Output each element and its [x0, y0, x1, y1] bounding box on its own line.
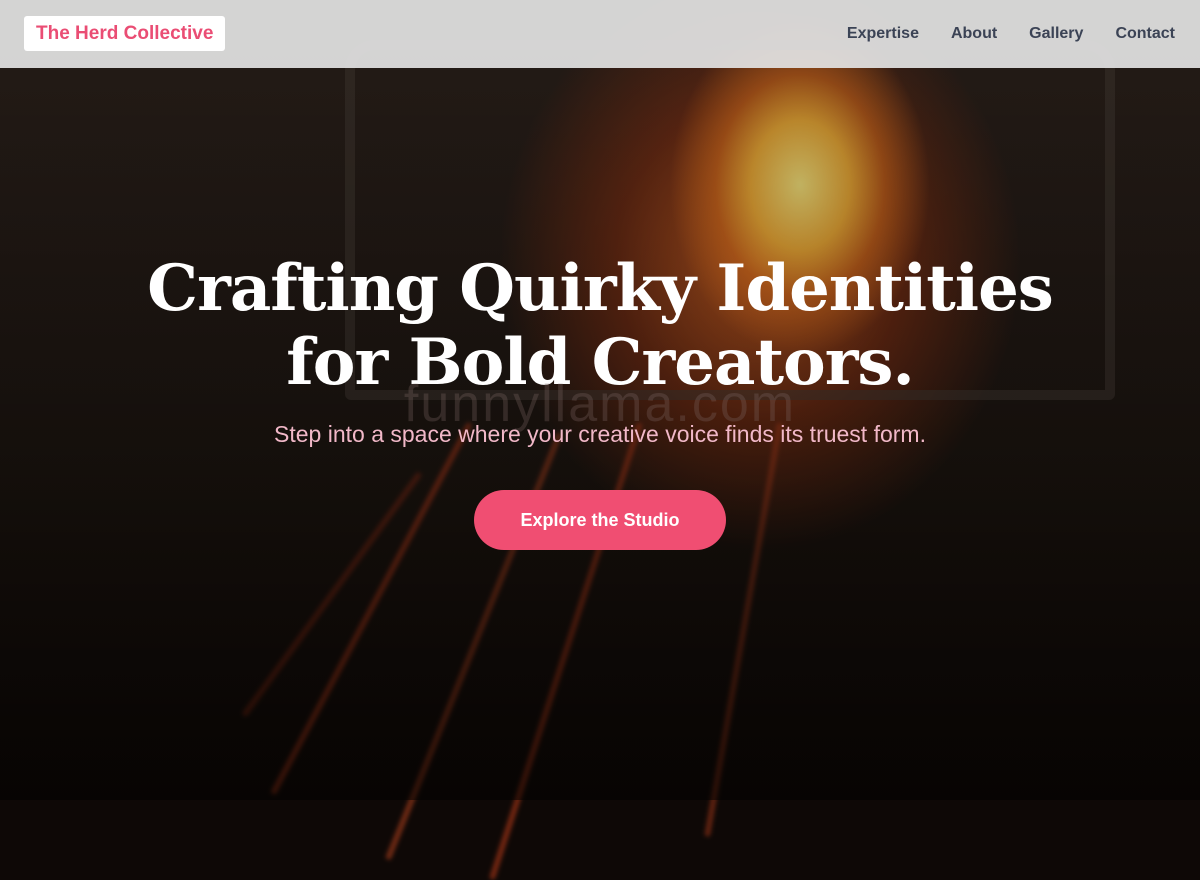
nav-link-about[interactable]: About — [951, 25, 997, 43]
brand-logo[interactable]: The Herd Collective — [24, 16, 226, 51]
headline-line-1: Crafting Quirky Identities — [147, 251, 1054, 326]
nav-link-contact[interactable]: Contact — [1115, 25, 1175, 43]
nav-link-expertise[interactable]: Expertise — [847, 25, 919, 43]
explore-studio-button[interactable]: Explore the Studio — [474, 490, 726, 550]
nav-link-gallery[interactable]: Gallery — [1029, 25, 1083, 43]
nav-links: Expertise About Gallery Contact — [847, 0, 1175, 68]
hero-subtext: Step into a space where your creative vo… — [274, 421, 926, 447]
top-navbar: The Herd Collective Expertise About Gall… — [0, 0, 1200, 68]
